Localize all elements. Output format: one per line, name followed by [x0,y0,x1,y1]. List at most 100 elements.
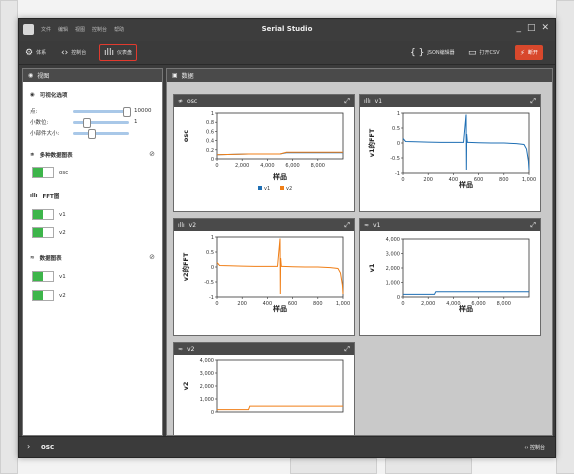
x-axis-label: 样品 [459,180,473,189]
plots-icon: ≈ [178,345,184,353]
decimals-slider-handle[interactable] [83,117,91,128]
osc-toggle[interactable] [32,167,54,178]
plots-item-label: v1 [59,273,66,280]
y-tick-label: 3,000 [200,371,214,377]
widget-size-label: 小部件大小: [30,131,60,137]
plot-v2-toggle[interactable] [32,290,54,301]
y-axis-label: v1的FFT [367,128,376,157]
legend-swatch [280,186,284,190]
points-slider[interactable] [73,106,131,117]
fft-item: v2 [32,227,66,238]
hide-plots-icon[interactable]: ⊘ [149,253,155,261]
x-tick-label: 800 [313,301,323,307]
fft-item: v1 [32,209,66,220]
widget-size-slider[interactable] [73,128,129,139]
toolbar: ⚙ 体系 ‹› 控制台 ıllı 仪表盘 { } JSON编辑器 ▭ 打开CSV… [19,41,555,65]
code-brackets-icon: ‹› [61,47,69,58]
multi-plot-icon: ≉ [178,97,184,105]
plot-v1-chart: 4,0003,0002,0001,00000 2,000 4,000 6,000 8,0… [368,237,530,313]
menu-help[interactable]: 帮助 [114,26,124,33]
expand-icon[interactable]: ⤢ [530,97,536,106]
view-panel: ◉ 视图 ◉ 可视化选项 点: 10000 小数位: 1 小部件大小: ≉ 多种… [22,68,163,436]
dashboard-button[interactable]: ıllı 仪表盘 [99,44,138,61]
y-tick-label: 1 [397,111,400,117]
minimize-button[interactable]: _ [516,23,521,33]
visual-options-title: 可视化选项 [39,93,68,99]
plots-icon: ≈ [30,255,35,261]
console-button[interactable]: ‹› 控制台 [61,45,86,60]
expand-icon[interactable]: ⤢ [344,345,350,354]
widget-header: ıllı v2 ⤢ [174,219,354,231]
x-tick-label: 0 [215,301,218,307]
fft-v2-toggle[interactable] [32,227,54,238]
menu-file[interactable]: 文件 [41,26,51,33]
visual-options-header: ◉ 可视化选项 [30,91,67,99]
widget-header: ≈ v2 ⤢ [174,343,354,355]
plot-v1-toggle[interactable] [32,271,54,282]
menu-view[interactable]: 视图 [75,26,85,33]
chevron-right-icon[interactable]: › [27,442,30,451]
close-button[interactable]: ✕ [541,23,549,33]
fft-v1-toggle[interactable] [32,209,54,220]
console-toggle-button[interactable]: ‹› 控制台 [524,444,545,451]
plots-header: ≈ 数据图表 [30,254,62,262]
widget-size-slider-handle[interactable] [88,128,96,139]
y-axis-label: v1 [368,263,376,272]
widget-fft-v2: ıllı v2 ⤢ 1 0.5 0 -0.5 -1 0 200 400 600 800 1,000 v… [173,218,355,336]
x-tick-label: 2,000 [235,163,249,169]
disconnect-label: 断开 [527,50,538,56]
osc-chart: 1 0.8 0.6 0.4 0.2 00 2,000 4,000 6,000 8,000 osc 样品… [182,111,344,192]
decimals-slider[interactable] [73,117,129,128]
y-tick-label: 1 [211,111,214,117]
menu-console[interactable]: 控制台 [92,26,107,33]
fft-item-label: v1 [59,211,66,218]
plot-area [402,238,530,298]
decimals-label: 小数位: [30,120,49,126]
expand-icon[interactable]: ⤢ [344,97,350,106]
setup-button[interactable]: ⚙ 体系 [25,45,46,60]
y-tick-label: -0.5 [390,156,400,162]
x-tick-label: 0 [401,177,404,183]
x-tick-label: 1,000 [336,301,350,307]
fft-icon: ıllı [178,221,185,229]
y-tick-label: 0.6 [206,129,214,135]
setup-label: 体系 [36,50,47,56]
points-label: 点: [30,109,38,115]
legend-swatch [258,186,262,190]
widget-title: v2 [188,221,197,229]
y-axis-label: v2 [182,382,190,391]
fft-icon: ıllı [30,193,38,199]
y-tick-label: 0 [211,265,214,271]
y-tick-label: 2,000 [200,384,214,390]
dashboard-icon: ▣ [172,72,178,79]
y-tick-label: 4,000 [200,358,214,364]
plots-item: v2 [32,290,66,301]
waveform-icon: ıllı [104,47,115,58]
y-tick-label: 0.5 [206,250,214,256]
disconnect-button[interactable]: ⚡ 断开 [515,45,543,60]
json-editor-button[interactable]: { } JSON编辑器 [410,45,455,60]
widget-header: ıllı v1 ⤢ [360,95,540,107]
bottom-bar-label: osc [41,443,55,451]
fft-title: FFT图 [42,194,60,200]
menu-edit[interactable]: 编辑 [58,26,68,33]
plots-title: 数据图表 [39,256,62,262]
x-tick-label: 400 [449,177,459,183]
y-axis-label: v2的FFT [181,252,190,281]
y-tick-label: 1 [211,235,214,241]
y-tick-label: 0 [397,141,400,147]
y-tick-label: 0.2 [206,148,214,154]
fft-item-label: v2 [59,229,66,236]
expand-icon[interactable]: ⤢ [530,221,536,230]
expand-icon[interactable]: ⤢ [344,221,350,230]
hide-multi-plot-icon[interactable]: ⊘ [149,150,155,158]
x-axis-label: 样品 [273,172,287,181]
menu-bar: 文件 编辑 视图 控制台 帮助 [41,26,124,33]
points-slider-handle[interactable] [123,106,131,117]
y-tick-label: -1 [395,171,400,177]
open-csv-button[interactable]: ▭ 打开CSV [468,45,500,60]
y-axis-label: osc [182,130,190,142]
maximize-button[interactable]: □ [527,23,536,33]
widget-plot-v2: ≈ v2 ⤢ 4,000 3,000 2,000 1,000 0 v2 [173,342,355,435]
plots-item: v1 [32,271,66,282]
